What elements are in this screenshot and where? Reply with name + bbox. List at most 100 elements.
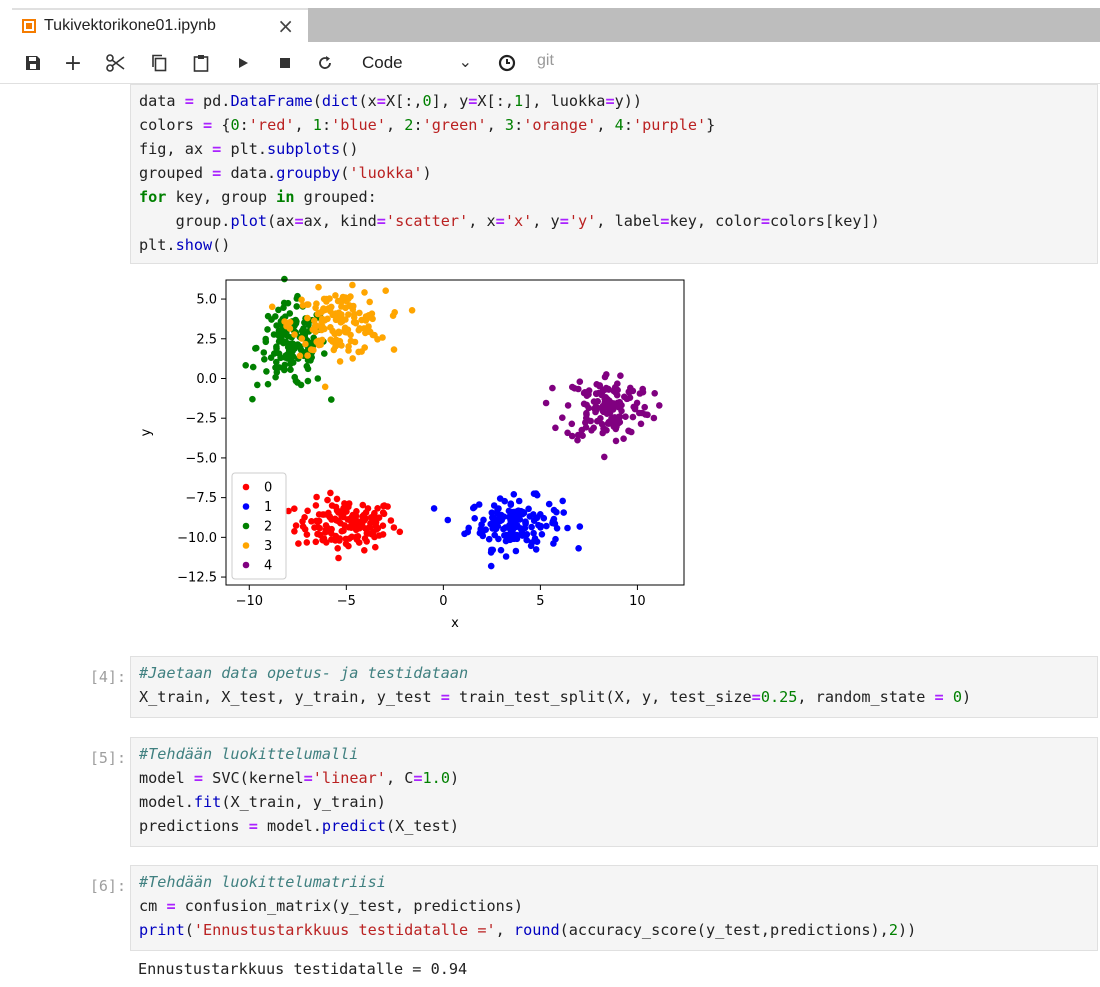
code-line: for key, group in grouped: [139,188,377,206]
data-point [318,318,325,325]
data-point [334,545,341,552]
code-editor[interactable]: #Tehdään luokittelumalli model = SVC(ker… [131,738,1097,842]
data-point [361,344,368,351]
data-point [496,495,504,502]
data-point [313,338,320,346]
restart-button[interactable] [314,50,336,76]
stop-button[interactable] [274,50,296,76]
data-point [287,366,294,373]
chevron-down-icon: ⌄ [458,54,472,71]
data-point [349,281,356,289]
notebook-icon [22,19,36,33]
copy-button[interactable] [148,50,170,76]
data-point [502,524,509,531]
data-point [293,303,300,310]
data-point [574,436,581,444]
save-button[interactable] [22,50,44,76]
code-editor[interactable]: data = pd.DataFrame(dict(x=X[:,0], y=X[:… [131,85,1097,261]
data-point [471,503,478,511]
data-point [605,420,613,427]
legend-marker [242,483,250,491]
data-point [379,509,387,516]
add-cell-button[interactable]: + [62,50,84,76]
data-point [369,331,377,339]
code-cell-metrics[interactable]: #Tehdään luokittelumatriisi cm = confusi… [130,865,1098,951]
data-point [291,528,298,535]
code-line: model.fit(X_train, y_train) [139,793,386,811]
code-editor[interactable]: #Tehdään luokittelumatriisi cm = confusi… [131,866,1097,946]
code-line: #Tehdään luokittelumalli [139,745,359,763]
data-point [275,306,282,314]
code-cell-plot[interactable]: data = pd.DataFrame(dict(x=X[:,0], y=X[:… [130,84,1098,264]
data-point [604,395,611,403]
run-button[interactable] [232,50,254,76]
data-point [631,405,639,413]
data-point [535,521,542,529]
data-point [345,311,352,318]
data-point [355,348,362,356]
data-point [549,517,557,525]
data-point [505,507,513,515]
data-point [575,385,582,393]
data-point [656,402,663,409]
code-cell-split[interactable]: #Jaetaan data opetus- ja testidataan X_t… [130,656,1098,718]
data-point [502,537,510,545]
data-point [295,540,302,547]
data-point [471,515,479,522]
data-point [304,352,311,359]
data-point [560,509,567,516]
git-button[interactable]: git [537,52,554,70]
data-point [613,423,620,430]
data-point [321,306,329,314]
data-point [360,325,368,332]
data-point [285,342,292,350]
data-point [350,314,358,321]
data-point [564,429,571,437]
y-tick-label: −12.5 [177,571,217,586]
data-point [254,381,261,389]
paste-button[interactable] [190,50,212,76]
data-point [302,340,309,348]
cut-button[interactable] [104,50,128,76]
data-point [650,414,658,422]
cell-type-label: Code [362,53,403,72]
data-point [543,522,550,530]
cell-type-select[interactable]: Code ⌄ [362,50,482,76]
data-point [252,345,259,352]
data-point [268,303,276,311]
kernel-status[interactable] [496,50,518,76]
code-editor[interactable]: #Jaetaan data opetus- ja testidataan X_t… [131,657,1097,713]
data-point [271,350,278,357]
data-point [349,355,356,362]
data-point [336,316,344,323]
data-point [361,535,369,542]
data-point [549,384,556,392]
data-point [328,396,335,403]
y-tick-label: −7.5 [185,491,217,506]
data-point [327,324,334,331]
data-point [390,524,398,531]
y-tick-label: 5.0 [196,293,217,308]
data-point [491,531,499,539]
plus-icon: + [63,50,83,76]
code-cell-model[interactable]: #Tehdään luokittelumalli model = SVC(ker… [130,737,1098,847]
data-point [347,331,354,339]
data-point [304,365,312,373]
data-point [342,304,349,312]
data-point [346,535,353,542]
x-tick-label: −5 [337,594,356,609]
code-line: data = pd.DataFrame(dict(x=X[:,0], y=X[:… [139,92,643,110]
y-axis-label: y [139,428,154,436]
close-icon[interactable]: × [277,14,294,38]
clock-icon [498,54,516,72]
data-point [272,313,279,320]
data-point [564,524,571,532]
data-point [319,536,327,544]
code-line: print('Ennustustarkkuus testidatalle =',… [139,921,917,939]
data-point [337,508,345,515]
notebook-tab[interactable]: Tukivektorikone01.ipynb × [12,8,308,42]
data-point [264,326,271,333]
legend-label: 3 [264,539,272,554]
data-point [568,420,576,428]
data-point [272,373,279,381]
